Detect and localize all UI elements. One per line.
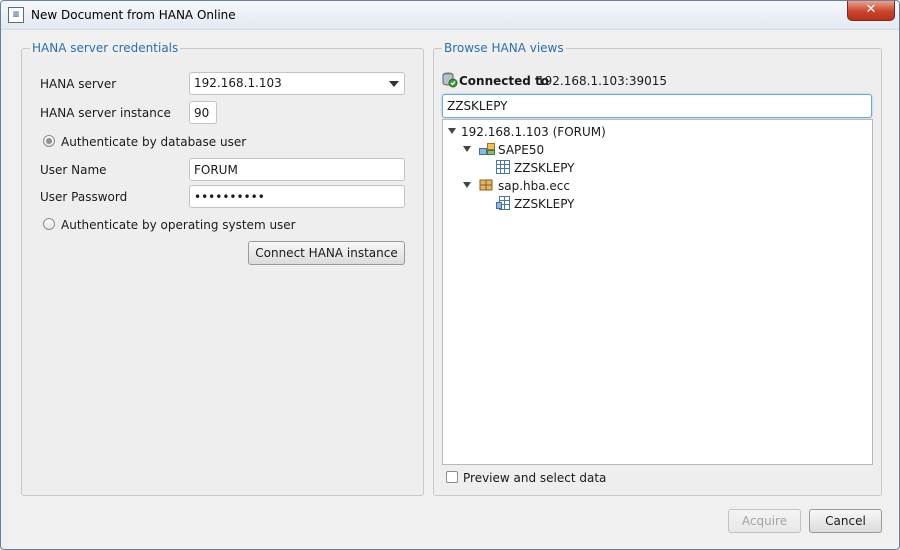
password-input[interactable] [189, 185, 405, 208]
window-title: New Document from HANA Online [31, 8, 236, 22]
tree-schema-node[interactable]: SAPE50 [498, 143, 544, 157]
hana-instance-input[interactable] [189, 101, 217, 124]
close-icon: ✕ [865, 2, 877, 17]
tree-table-node[interactable]: ZZSKLEPY [514, 161, 575, 175]
connect-hana-button[interactable]: Connect HANA instance [248, 241, 405, 265]
username-label: User Name [40, 163, 107, 177]
hana-instance-label: HANA server instance [40, 106, 171, 120]
package-icon [479, 179, 493, 191]
tree-root-node[interactable]: 192.168.1.103 (FORUM) [461, 125, 606, 139]
title-bar[interactable]: ≡ New Document from HANA Online ✕ [1, 1, 899, 30]
database-connected-icon [442, 72, 458, 88]
hana-server-label: HANA server [40, 77, 117, 91]
preview-label[interactable]: Preview and select data [463, 471, 606, 485]
auth-db-label[interactable]: Authenticate by database user [61, 135, 246, 149]
auth-db-radio[interactable] [43, 135, 55, 147]
expand-schema-icon[interactable] [463, 146, 471, 152]
acquire-button[interactable]: Acquire [728, 509, 801, 533]
hana-server-combo[interactable]: 192.168.1.103 [189, 72, 405, 95]
auth-os-label[interactable]: Authenticate by operating system user [61, 218, 296, 232]
chevron-down-icon[interactable] [389, 81, 399, 87]
hana-server-value: 192.168.1.103 [194, 76, 282, 90]
schema-icon [479, 143, 495, 155]
password-label: User Password [40, 190, 128, 204]
tree-package-node[interactable]: sap.hba.ecc [498, 179, 570, 193]
views-search-input[interactable] [442, 94, 872, 118]
tree-view-node[interactable]: ZZSKLEPY [514, 197, 575, 211]
preview-checkbox[interactable] [446, 471, 458, 483]
connected-to-label: Connected to [459, 74, 550, 88]
table-icon [496, 160, 510, 174]
browse-legend: Browse HANA views [442, 41, 566, 55]
app-icon: ≡ [8, 7, 24, 23]
expand-package-icon[interactable] [463, 182, 471, 188]
username-input[interactable] [189, 158, 405, 181]
connected-to-value: 192.168.1.103:39015 [537, 74, 668, 88]
credentials-legend: HANA server credentials [30, 41, 181, 55]
cancel-button[interactable]: Cancel [809, 509, 882, 533]
expand-root-icon[interactable] [448, 128, 456, 134]
view-icon [496, 196, 510, 210]
auth-os-radio[interactable] [43, 218, 55, 230]
dialog-window: ≡ New Document from HANA Online ✕ HANA s… [0, 0, 900, 550]
close-button[interactable]: ✕ [847, 1, 895, 21]
